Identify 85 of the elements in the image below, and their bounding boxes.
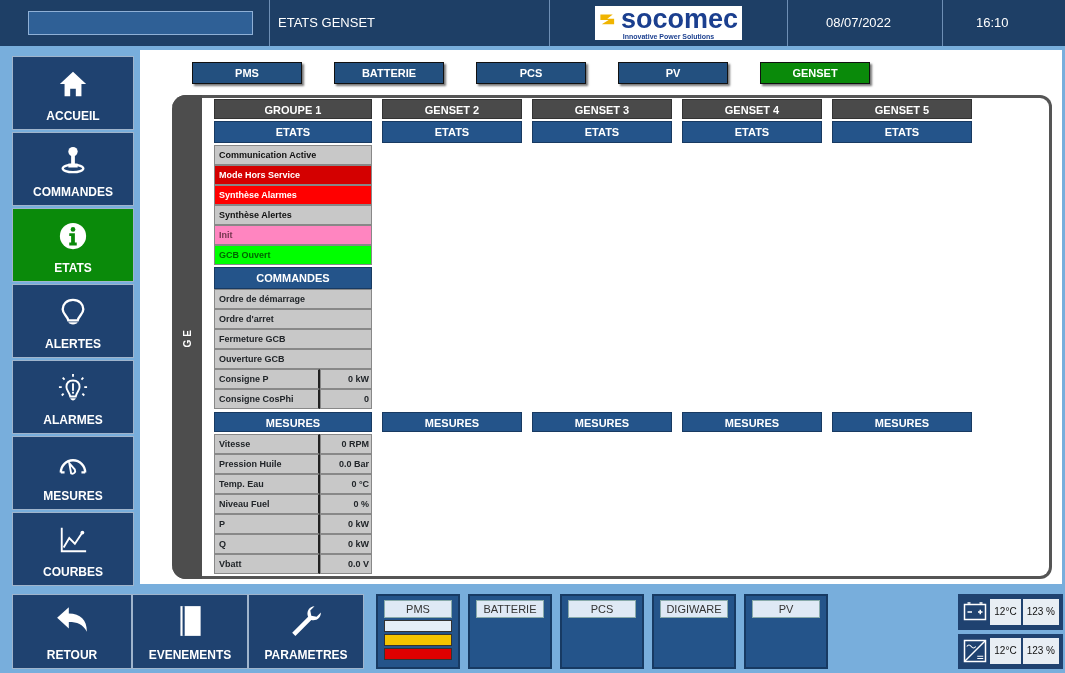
- percent-value: 123 %: [1022, 638, 1059, 665]
- logo-name: socomec: [620, 6, 739, 33]
- measure-value: 0.0 V: [320, 554, 372, 574]
- frame-label: GE: [180, 326, 194, 348]
- home-icon: [58, 69, 88, 99]
- system-panel[interactable]: PCS: [560, 594, 644, 669]
- sidebar-item[interactable]: ACCUEIL: [12, 56, 134, 130]
- measure-label: Q: [214, 534, 320, 554]
- section-header: ETATS: [532, 121, 672, 143]
- time-text: 16:10: [976, 14, 1009, 33]
- measure-label: P: [214, 514, 320, 534]
- setpoint-value[interactable]: 0 kW: [320, 369, 372, 389]
- section-header: ETATS: [832, 121, 972, 143]
- tab[interactable]: PMS: [192, 62, 302, 84]
- status-row: Mode Hors Service: [214, 165, 372, 185]
- section-header: ETATS: [382, 121, 522, 143]
- wrench-icon: [289, 604, 323, 638]
- column-header: GENSET 5: [832, 99, 972, 119]
- measure-label: Pression Huile: [214, 454, 320, 474]
- status-row: Init: [214, 225, 372, 245]
- tab[interactable]: BATTERIE: [334, 62, 444, 84]
- line-chart-icon: [58, 525, 88, 555]
- column-header: GENSET 3: [532, 99, 672, 119]
- section-header: ETATS: [214, 121, 372, 143]
- command-button[interactable]: Ouverture GCB: [214, 349, 372, 369]
- sidebar-item[interactable]: COMMANDES: [12, 132, 134, 206]
- command-button[interactable]: Fermeture GCB: [214, 329, 372, 349]
- measure-label: Niveau Fuel: [214, 494, 320, 514]
- tab[interactable]: PCS: [476, 62, 586, 84]
- measure-value: 0 %: [320, 494, 372, 514]
- status-row: Communication Active: [214, 145, 372, 165]
- system-panel[interactable]: DIGIWARE: [652, 594, 736, 669]
- status-row: GCB Ouvert: [214, 245, 372, 265]
- screen-title: ETATS GENSET: [278, 14, 376, 33]
- section-header: MESURES: [382, 412, 522, 432]
- column-header: GENSET 4: [682, 99, 822, 119]
- measure-value: 0 kW: [320, 514, 372, 534]
- status-row: Synthèse Alertes: [214, 205, 372, 225]
- inverter-icon: [962, 639, 989, 664]
- measure-label: Vitesse: [214, 434, 320, 454]
- measure-label: Vbatt: [214, 554, 320, 574]
- nav-button[interactable]: PARAMETRES: [248, 594, 364, 669]
- setpoint-label: Consigne P: [214, 369, 320, 389]
- temperature-value: 12°C: [990, 598, 1021, 625]
- sidebar-item[interactable]: ALERTES: [12, 284, 134, 358]
- tab[interactable]: PV: [618, 62, 728, 84]
- text-field[interactable]: [28, 11, 253, 35]
- sidebar-item[interactable]: ETATS: [12, 208, 134, 282]
- sidebar-item[interactable]: MESURES: [12, 436, 134, 510]
- setpoint-label: Consigne CosPhi: [214, 389, 320, 409]
- info-icon: [58, 221, 88, 251]
- temperature-value: 12°C: [990, 638, 1021, 665]
- section-header: MESURES: [832, 412, 972, 432]
- system-label: PV: [752, 600, 820, 618]
- setpoint-value[interactable]: 0: [320, 389, 372, 409]
- measure-value: 0.0 Bar: [320, 454, 372, 474]
- alarm-bulb-icon: [58, 373, 88, 403]
- tab[interactable]: GENSET: [760, 62, 870, 84]
- measure-label: Temp. Eau: [214, 474, 320, 494]
- measure-value: 0 °C: [320, 474, 372, 494]
- system-label: BATTERIE: [476, 600, 544, 618]
- section-header: ETATS: [682, 121, 822, 143]
- sidebar-item[interactable]: ALARMES: [12, 360, 134, 434]
- section-header: MESURES: [214, 412, 372, 432]
- system-panel[interactable]: BATTERIE: [468, 594, 552, 669]
- nav-button[interactable]: EVENEMENTS: [132, 594, 248, 669]
- column-header: GENSET 2: [382, 99, 522, 119]
- system-panel[interactable]: PV: [744, 594, 828, 669]
- system-panel[interactable]: PMS: [376, 594, 460, 669]
- section-header: COMMANDES: [214, 267, 372, 289]
- section-header: MESURES: [682, 412, 822, 432]
- section-header: MESURES: [532, 412, 672, 432]
- measure-value: 0 kW: [320, 534, 372, 554]
- system-label: PMS: [384, 600, 452, 618]
- system-label: PCS: [568, 600, 636, 618]
- column-header: GROUPE 1: [214, 99, 372, 119]
- command-button[interactable]: Ordre de démarrage: [214, 289, 372, 309]
- measure-value: 0 RPM: [320, 434, 372, 454]
- status-row: Synthèse Alarmes: [214, 185, 372, 205]
- date-text: 08/07/2022: [826, 14, 892, 33]
- percent-value: 123 %: [1022, 598, 1059, 625]
- sidebar-item[interactable]: COURBES: [12, 512, 134, 586]
- nav-button[interactable]: RETOUR: [12, 594, 132, 669]
- command-button[interactable]: Ordre d'arret: [214, 309, 372, 329]
- system-label: DIGIWARE: [660, 600, 728, 618]
